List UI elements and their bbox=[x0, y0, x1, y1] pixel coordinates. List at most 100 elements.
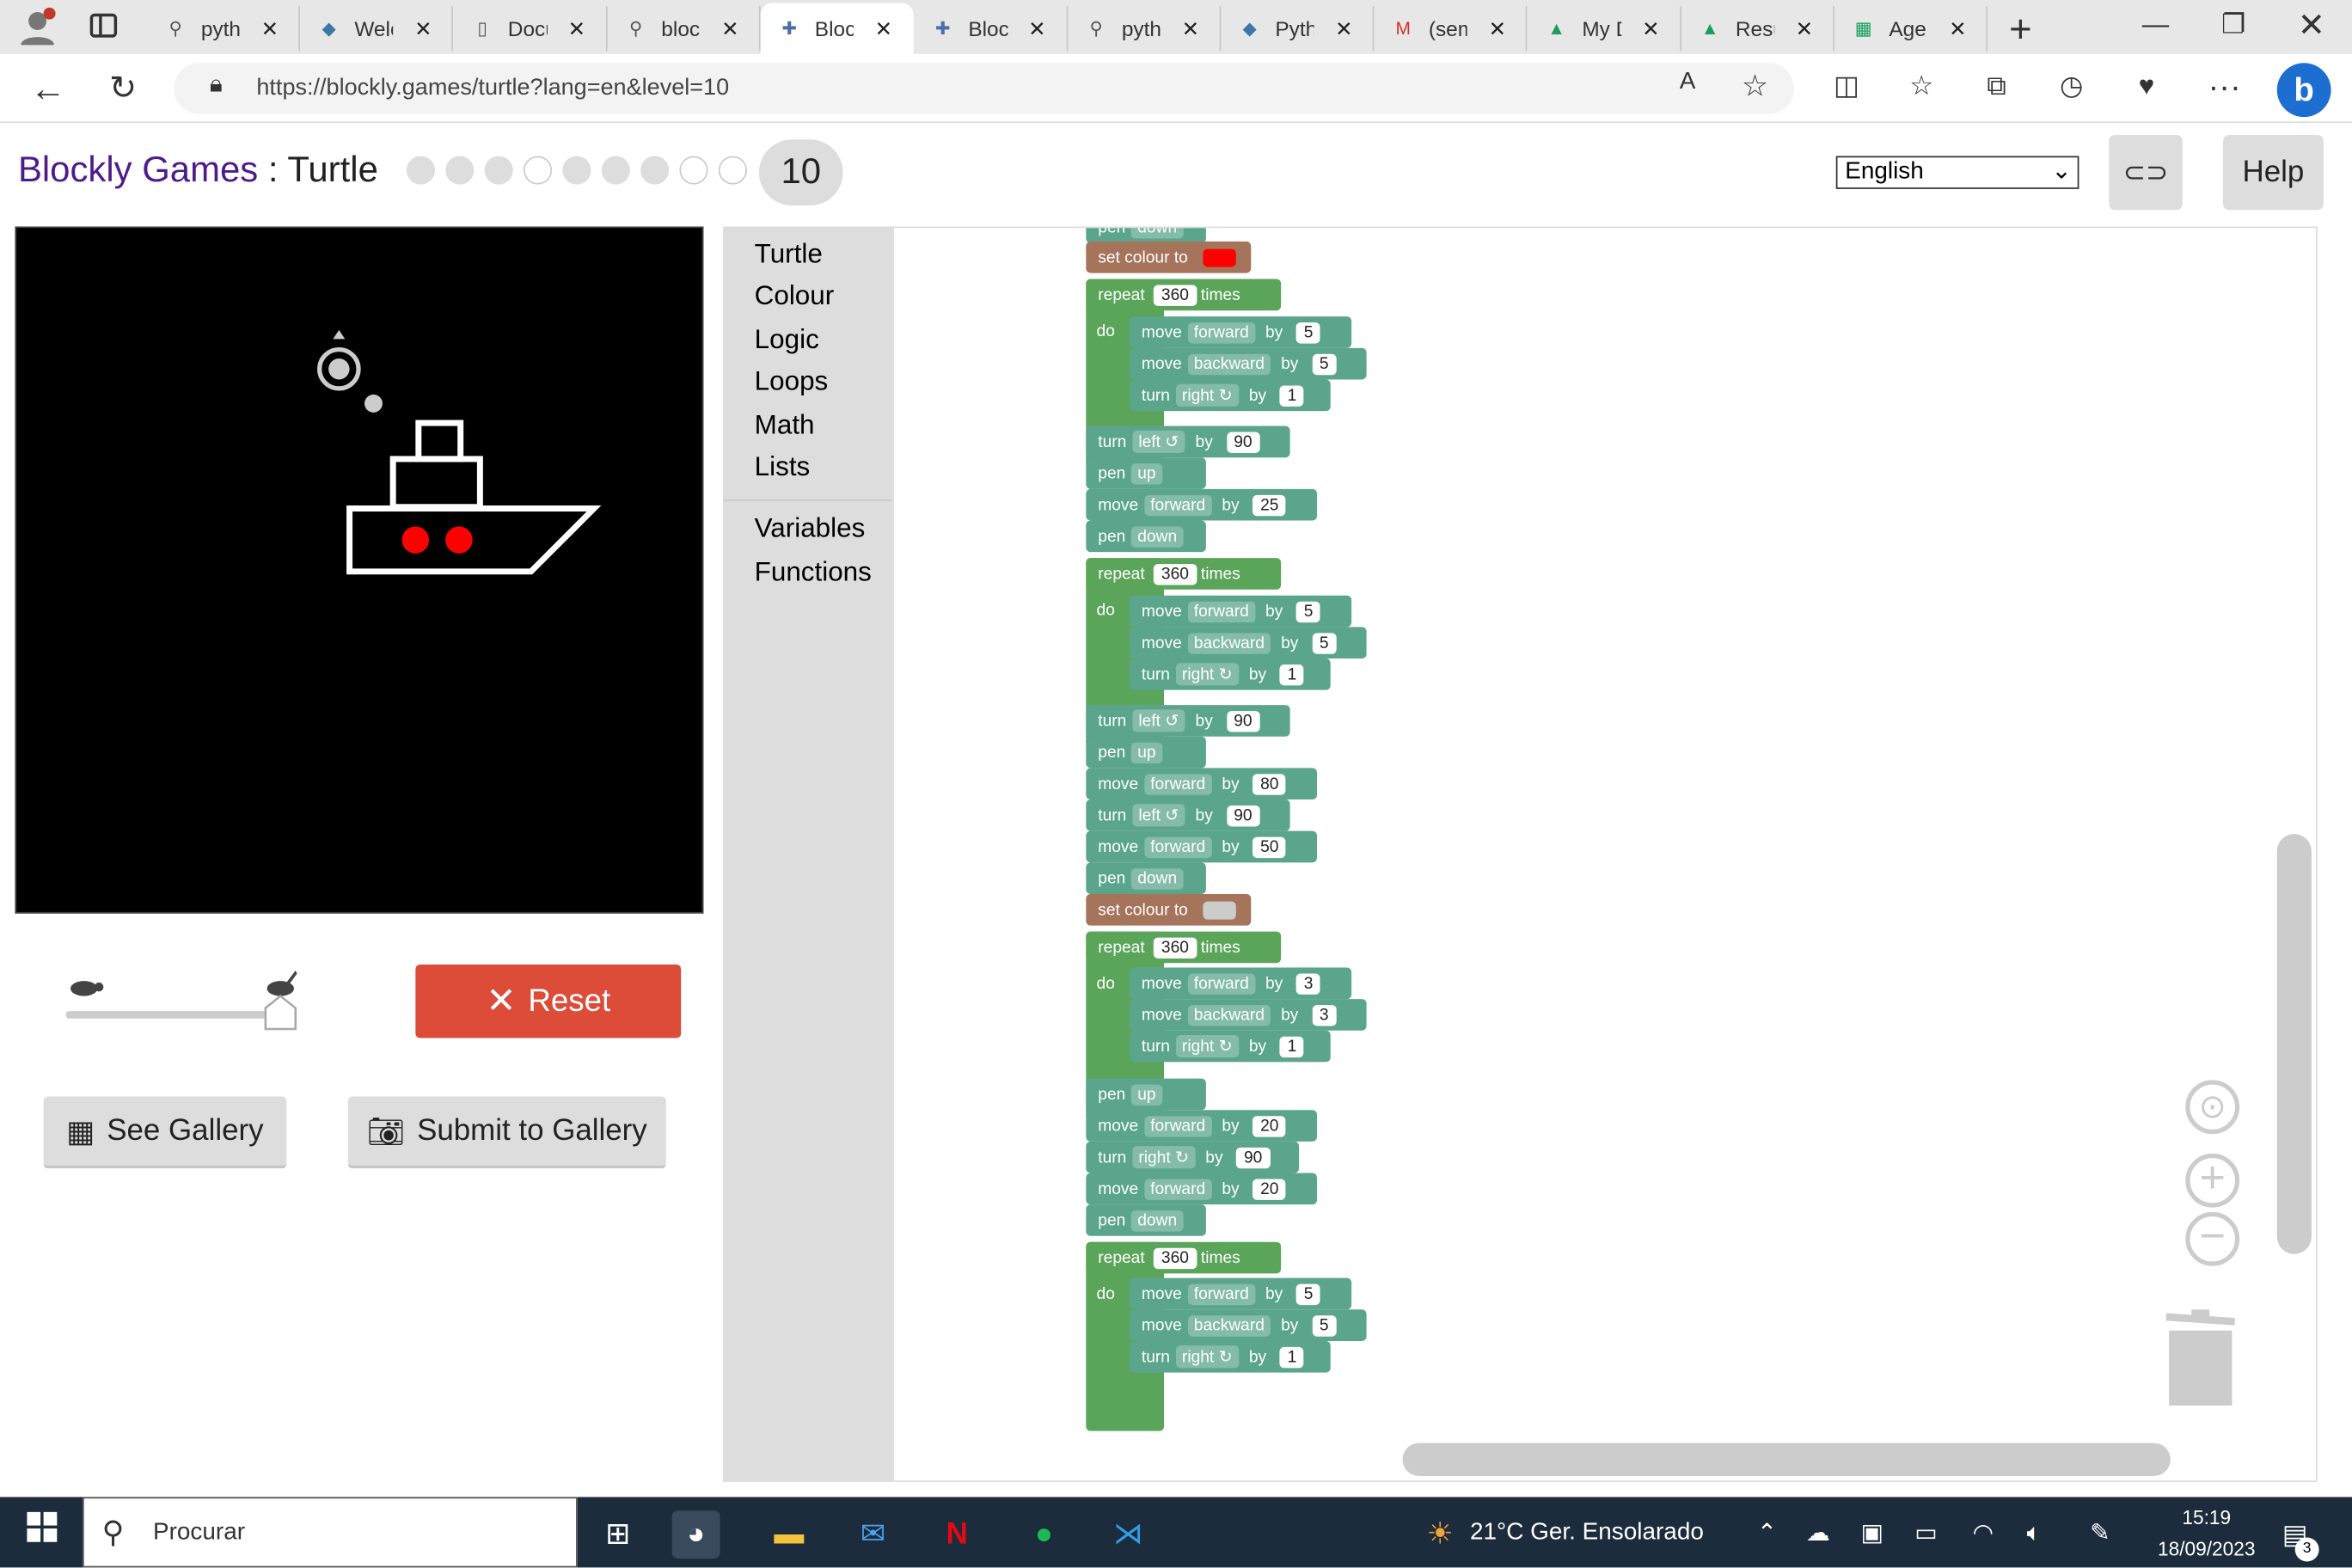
dropdown-field[interactable]: up bbox=[1131, 1083, 1162, 1106]
number-field[interactable]: 3 bbox=[1295, 972, 1321, 994]
number-field[interactable]: 1 bbox=[1279, 664, 1304, 685]
see-gallery-button[interactable]: ▦ See Gallery bbox=[43, 1096, 287, 1169]
weather-icon[interactable]: ☀ bbox=[1416, 1510, 1464, 1559]
pen-icon[interactable]: ✎ bbox=[2076, 1510, 2124, 1559]
level-dot-9[interactable] bbox=[718, 156, 747, 185]
number-field[interactable]: 1 bbox=[1279, 384, 1304, 406]
number-field[interactable]: 360 bbox=[1154, 1246, 1197, 1269]
tab-10[interactable]: ▲ Resu ✕ bbox=[1681, 5, 1835, 52]
dropdown-field[interactable]: backward bbox=[1187, 352, 1271, 375]
turn-block[interactable]: turn right ↻ by 1 bbox=[1129, 1030, 1331, 1063]
number-field[interactable]: 90 bbox=[1226, 710, 1260, 732]
dropdown-field[interactable]: right ↻ bbox=[1175, 383, 1239, 407]
number-field[interactable]: 3 bbox=[1312, 1004, 1337, 1026]
vscode-icon[interactable]: ⋊ bbox=[1104, 1510, 1152, 1559]
move-block[interactable]: move backward by 3 bbox=[1129, 999, 1367, 1031]
refresh-icon[interactable]: ↻ bbox=[102, 69, 144, 107]
move-block[interactable]: move forward by 5 bbox=[1129, 595, 1352, 628]
dropdown-field[interactable]: down bbox=[1131, 525, 1184, 548]
onedrive-icon[interactable]: ☁ bbox=[1794, 1510, 1842, 1559]
close-tab-icon[interactable]: ✕ bbox=[568, 15, 585, 41]
pen-down-block[interactable]: pen down bbox=[1086, 520, 1206, 553]
dropdown-field[interactable]: forward bbox=[1144, 493, 1212, 516]
submit-gallery-button[interactable]: 📷︎ Submit to Gallery bbox=[347, 1096, 666, 1169]
move-block[interactable]: move forward by 50 bbox=[1086, 830, 1318, 863]
history-icon[interactable]: ◷ bbox=[2052, 70, 2091, 102]
move-block[interactable]: move forward by 20 bbox=[1086, 1110, 1318, 1142]
level-dot-8[interactable] bbox=[679, 156, 708, 185]
number-field[interactable]: 20 bbox=[1253, 1178, 1287, 1200]
toolbox-colour[interactable]: Colour bbox=[755, 280, 835, 312]
pen-down-block[interactable]: pen down bbox=[1086, 862, 1206, 894]
close-tab-icon[interactable]: ✕ bbox=[721, 15, 738, 41]
turn-block[interactable]: turn left ↺ by 90 bbox=[1086, 426, 1290, 458]
dropdown-field[interactable]: left ↺ bbox=[1132, 709, 1185, 732]
dropdown-field[interactable]: forward bbox=[1187, 322, 1255, 343]
extension-icon[interactable]: ♥ bbox=[2127, 70, 2165, 102]
repeat-block[interactable]: repeat 360 times bbox=[1086, 558, 1282, 590]
close-tab-icon[interactable]: ✕ bbox=[1489, 15, 1506, 41]
number-field[interactable]: 90 bbox=[1236, 1146, 1271, 1168]
speed-slider-track[interactable] bbox=[65, 1011, 291, 1019]
set-colour-block[interactable]: set colour to bbox=[1086, 241, 1252, 273]
number-field[interactable]: 5 bbox=[1312, 632, 1337, 653]
recenter-icon[interactable]: ⊙ bbox=[2185, 1080, 2240, 1135]
number-field[interactable]: 1 bbox=[1279, 1346, 1304, 1368]
read-aloud-icon[interactable]: A bbox=[1669, 69, 1706, 95]
toolbox-math[interactable]: Math bbox=[755, 409, 815, 441]
move-block[interactable]: move forward by 5 bbox=[1129, 316, 1352, 348]
favorite-star-icon[interactable]: ☆ bbox=[1737, 68, 1773, 106]
edge-icon[interactable]: ◕ bbox=[671, 1510, 720, 1559]
toolbox-logic[interactable]: Logic bbox=[755, 324, 819, 356]
colour-swatch[interactable] bbox=[1203, 900, 1236, 919]
number-field[interactable]: 5 bbox=[1312, 1314, 1337, 1336]
number-field[interactable]: 5 bbox=[1312, 352, 1337, 375]
device-icon[interactable]: ▣ bbox=[1848, 1510, 1896, 1559]
netflix-icon[interactable]: N bbox=[933, 1510, 981, 1559]
dropdown-field[interactable]: right ↻ bbox=[1175, 1345, 1239, 1369]
set-colour-block[interactable]: set colour to bbox=[1086, 893, 1252, 926]
dropdown-field[interactable]: right ↻ bbox=[1175, 663, 1239, 686]
clock-date[interactable]: 18/09/2023 bbox=[2139, 1538, 2274, 1560]
number-field[interactable]: 360 bbox=[1154, 563, 1197, 585]
tab-9[interactable]: ▲ My D ✕ bbox=[1528, 5, 1681, 52]
dropdown-field[interactable]: down bbox=[1131, 1210, 1184, 1231]
dropdown-field[interactable]: down bbox=[1131, 867, 1184, 889]
dropdown-field[interactable]: backward bbox=[1187, 1004, 1271, 1026]
number-field[interactable]: 5 bbox=[1295, 1283, 1321, 1305]
level-dot-1[interactable] bbox=[406, 156, 436, 185]
tab-2[interactable]: ▯ Docu ✕ bbox=[454, 5, 607, 52]
zoom-in-icon[interactable]: + bbox=[2185, 1153, 2240, 1208]
favorites-icon[interactable]: ☆ bbox=[1902, 70, 1941, 102]
toolbox-functions[interactable]: Functions bbox=[755, 556, 872, 588]
clock-time[interactable]: 15:19 bbox=[2154, 1506, 2259, 1528]
chevron-up-icon[interactable]: ⌃ bbox=[1743, 1510, 1792, 1559]
block-workspace[interactable]: pen down set colour to repeat 360 times do move… bbox=[892, 226, 2318, 1482]
windows-start-icon[interactable] bbox=[18, 1510, 66, 1559]
toolbox-lists[interactable]: Lists bbox=[755, 451, 811, 483]
level-dot-7[interactable] bbox=[640, 156, 670, 185]
dropdown-field[interactable]: forward bbox=[1144, 1178, 1212, 1200]
tab-0[interactable]: ⚲ pyth ✕ bbox=[147, 5, 300, 52]
tab-3[interactable]: ⚲ blocl ✕ bbox=[607, 5, 761, 52]
pen-up-block[interactable]: pen up bbox=[1086, 457, 1206, 489]
close-tab-icon[interactable]: ✕ bbox=[1335, 15, 1352, 41]
reset-button[interactable]: ✕ Reset bbox=[415, 964, 682, 1038]
tab-actions-icon[interactable] bbox=[84, 9, 123, 49]
dropdown-field[interactable]: forward bbox=[1144, 773, 1212, 794]
brand-link[interactable]: Blockly Games bbox=[18, 150, 258, 190]
toolbox-variables[interactable]: Variables bbox=[755, 513, 866, 545]
close-window-icon[interactable]: ✕ bbox=[2292, 6, 2331, 45]
level-dot-3[interactable] bbox=[484, 156, 513, 185]
new-tab-icon[interactable]: + bbox=[2001, 6, 2040, 52]
pen-up-block[interactable]: pen up bbox=[1086, 1078, 1206, 1111]
level-dot-6[interactable] bbox=[601, 156, 630, 185]
tab-6[interactable]: ⚲ pyth ✕ bbox=[1068, 5, 1221, 52]
dropdown-field[interactable]: forward bbox=[1144, 1115, 1212, 1136]
dropdown-field[interactable]: left ↺ bbox=[1132, 430, 1185, 453]
profile-icon[interactable] bbox=[15, 6, 59, 51]
bing-icon[interactable]: b bbox=[2276, 63, 2331, 118]
move-block[interactable]: move forward by 5 bbox=[1129, 1277, 1352, 1310]
dropdown-field[interactable]: right ↻ bbox=[1132, 1146, 1196, 1169]
vertical-scrollbar[interactable] bbox=[2276, 834, 2312, 1254]
